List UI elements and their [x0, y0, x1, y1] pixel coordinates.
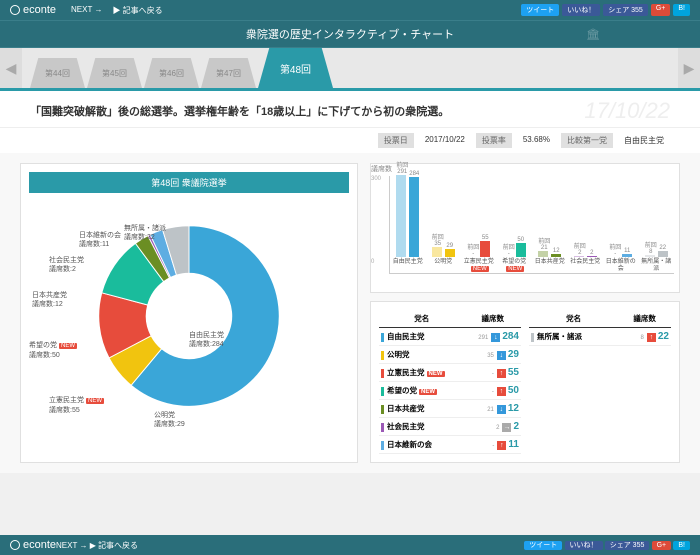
pie-label: 希望の党NEW議席数:50	[29, 341, 77, 360]
tab-prev-arrow[interactable]: ◀	[0, 48, 22, 88]
footer-back[interactable]: ▶ 記事へ戻る	[90, 541, 138, 550]
pie-title: 第48回 衆議院選挙	[29, 172, 349, 193]
bar-group: 前回-50希望の党NEW	[498, 172, 530, 273]
table-row: 公明党35↓29	[379, 346, 521, 364]
footer: econte NEXT → ▶ 記事へ戻る ツイート いいね！ シェア 355 …	[0, 535, 700, 555]
bars-area: 前回291284自由民主党前回3529公明党前回-55立憲民主党NEW前回-50…	[389, 176, 674, 274]
hatena-button[interactable]: B!	[673, 4, 690, 16]
bar-group: 前回2112日本共産党	[534, 172, 566, 273]
pie-label: 立憲民主党NEW議席数:55	[49, 396, 104, 415]
title-bar: 衆院選の歴史インタラクティブ・チャート 🏛	[0, 20, 700, 48]
like-button[interactable]: いいね！	[562, 4, 600, 16]
turnout: 53.68%	[517, 133, 556, 148]
social-buttons: ツイート いいね！ シェア 355 G+ B!	[521, 4, 690, 16]
first-party: 自由民主党	[618, 133, 670, 148]
vote-date: 2017/10/22	[419, 133, 471, 148]
bar-group: 前回291284自由民主党	[392, 172, 424, 273]
tab-45[interactable]: 第45回	[87, 58, 142, 88]
bar-y-label: 議席数	[371, 164, 392, 174]
gplus-button[interactable]: G+	[651, 4, 671, 16]
next-link[interactable]: NEXT →	[71, 5, 102, 16]
bar-group: 前回-55立憲民主党NEW	[463, 172, 495, 273]
footer-next[interactable]: NEXT →	[56, 541, 87, 550]
bar-group: 前回3529公明党	[427, 172, 459, 273]
tab-48[interactable]: 第48回	[258, 48, 333, 88]
headline-row: 「国難突破解散」後の総選挙。選挙権年齢を「18歳以上」に下げてから初の衆院選。 …	[0, 91, 700, 127]
seats-tables: 党名議席数自由民主党291↓284公明党35↓29立憲民主党NEW-↑55希望の…	[370, 301, 680, 463]
tab-next-arrow[interactable]: ▶	[678, 48, 700, 88]
tab-46[interactable]: 第46回	[144, 58, 199, 88]
table-row: 社会民主党2→2	[379, 418, 521, 436]
bar-group: 前回22社会民主党	[569, 172, 601, 273]
tweet-button[interactable]: ツイート	[521, 4, 559, 16]
bar-group: 前回822無所属・諸派	[640, 172, 672, 273]
table-row: 自由民主党291↓284	[379, 328, 521, 346]
pie-chart: 自由民主党議席数:284 公明党議席数:29 立憲民主党NEW議席数:55 希望の党N…	[29, 201, 349, 431]
meta-row: 投票日 2017/10/22 投票率 53.68% 比較第一党自由民主党	[0, 127, 700, 153]
table-row: 日本共産党21↓12	[379, 400, 521, 418]
building-icon: 🏛	[586, 28, 600, 41]
pie-label: 公明党議席数:29	[154, 411, 185, 429]
content-area: 第48回 衆議院選挙 自由民主党議席数:284 公明党議席数:29 立憲民主党NEW…	[0, 153, 700, 473]
table-row: 無所属・諸派8↑22	[529, 328, 671, 346]
seats-table-left: 党名議席数自由民主党291↓284公明党35↓29立憲民主党NEW-↑55希望の…	[379, 310, 521, 454]
right-column: 議席数 300 0 前回291284自由民主党前回3529公明党前回-55立憲民…	[370, 163, 680, 463]
pie-panel: 第48回 衆議院選挙 自由民主党議席数:284 公明党議席数:29 立憲民主党NEW…	[20, 163, 358, 463]
pie-label: 自由民主党議席数:284	[189, 331, 224, 349]
table-row: 希望の党NEW-↑50	[379, 382, 521, 400]
donut-svg	[94, 221, 284, 411]
pie-label: 無所属・諸派議席数:22	[124, 224, 166, 242]
back-link[interactable]: ▶ 記事へ戻る	[112, 5, 162, 16]
share-button[interactable]: シェア 355	[603, 4, 648, 16]
vote-date-label: 投票日	[378, 133, 414, 148]
logo[interactable]: econte	[10, 4, 56, 16]
logo-icon	[10, 5, 20, 15]
pie-label: 日本維新の会議席数:11	[79, 231, 121, 249]
top-nav: NEXT → ▶ 記事へ戻る	[71, 5, 163, 16]
election-tabs: ◀ 第44回 第45回 第46回 第47回 第48回 ▶	[0, 48, 700, 88]
tab-44[interactable]: 第44回	[30, 58, 85, 88]
headline-text: 「国難突破解散」後の総選挙。選挙権年齢を「18歳以上」に下げてから初の衆院選。	[30, 103, 449, 119]
bar-group: 前回-11日本維新の会	[605, 172, 637, 273]
bar-chart-panel: 議席数 300 0 前回291284自由民主党前回3529公明党前回-55立憲民…	[370, 163, 680, 293]
pie-label: 社会民主党議席数:2	[49, 256, 84, 274]
first-party-label: 比較第一党	[561, 133, 613, 148]
turnout-label: 投票率	[476, 133, 512, 148]
table-row: 日本維新の会-↑11	[379, 436, 521, 454]
tab-47[interactable]: 第47回	[201, 58, 256, 88]
page-title: 衆院選の歴史インタラクティブ・チャート	[246, 26, 454, 42]
date-watermark: 17/10/22	[584, 98, 670, 124]
topbar: econte NEXT → ▶ 記事へ戻る ツイート いいね！ シェア 355 …	[0, 0, 700, 20]
seats-table-right: 党名議席数無所属・諸派8↑22	[529, 310, 671, 454]
footer-logo[interactable]: econte	[10, 539, 56, 551]
table-row: 立憲民主党NEW-↑55	[379, 364, 521, 382]
pie-label: 日本共産党議席数:12	[32, 291, 67, 309]
